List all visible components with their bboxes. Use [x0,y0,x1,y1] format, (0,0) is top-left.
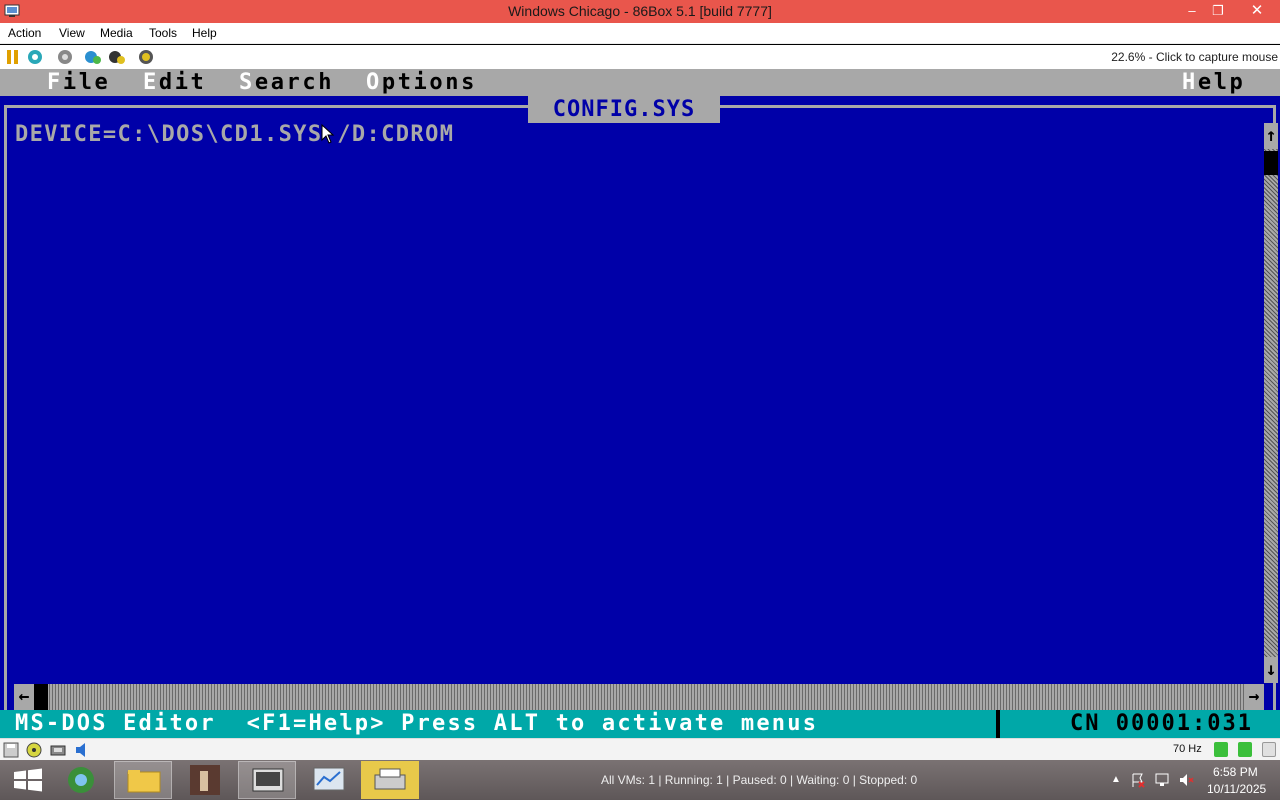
scroll-right-arrow-icon[interactable]: → [1244,684,1264,710]
dos-status-bar: MS-DOS Editor <F1=Help> Press ALT to act… [0,710,1280,738]
menu-help[interactable]: Help [192,26,217,41]
network-icon[interactable] [50,742,66,758]
floppy-icon[interactable] [3,742,19,758]
mouse-pointer-icon [321,124,335,144]
close-button[interactable]: ✕ [1235,0,1279,23]
power-icon[interactable] [137,48,155,66]
vertical-scrollbar[interactable]: ↑ ↓ [1264,123,1278,683]
action-center-flag-icon[interactable] [1130,772,1146,788]
ctrl-alt-del-icon[interactable] [56,48,74,66]
cdrom-icon[interactable] [26,742,42,758]
printer-task[interactable] [361,761,419,799]
menu-tools[interactable]: Tools [149,26,177,41]
folder-icon [127,770,161,793]
menu-view[interactable]: View [59,26,85,41]
menu-bar: Action View Media Tools Help [0,23,1280,44]
vertical-scroll-thumb[interactable] [1264,151,1278,175]
printer-icon [374,768,406,790]
browser-icon[interactable] [52,761,110,799]
scroll-up-arrow-icon[interactable]: ↑ [1264,123,1278,149]
network-tray-icon[interactable] [1154,772,1170,788]
dos-editor-screen[interactable]: File Edit Search Options Help CONFIG.SYS… [0,69,1280,738]
dos-menu-options[interactable]: Options [366,69,477,96]
dos-menu-file[interactable]: File [47,69,110,96]
activity-led-icon [1238,742,1252,757]
horizontal-scrollbar[interactable]: ← → [14,684,1264,710]
start-button[interactable] [0,761,58,799]
document-frame [4,105,1276,738]
vm-summary: All VMs: 1 | Running: 1 | Paused: 0 | Wa… [601,773,918,787]
text-line[interactable]: DEVICE=C:\DOS\CD1.SYS /D:CDROM [15,121,454,149]
document-title: CONFIG.SYS [528,96,720,123]
toolbar: 22.6% - Click to capture mouse [0,45,1280,69]
volume-muted-icon[interactable] [1178,772,1194,788]
activity-led-icon [1214,742,1228,757]
status-message: MS-DOS Editor <F1=Help> Press ALT to act… [15,711,819,736]
dos-menu-search[interactable]: Search [239,69,334,96]
cursor-position: CN 00001:031 [1070,711,1253,736]
window-title-bar: Windows Chicago - 86Box 5.1 [build 7777]… [0,0,1280,23]
scroll-down-arrow-icon[interactable]: ↓ [1264,657,1278,683]
scroll-left-arrow-icon[interactable]: ← [14,684,34,710]
activity-led-icon [1262,742,1276,757]
capture-mouse-hint[interactable]: 22.6% - Click to capture mouse [1111,50,1278,64]
reset-icon[interactable] [26,48,44,66]
tray-chevron-icon[interactable]: ▲ [1108,772,1124,788]
clock-date[interactable]: 10/11/2025 [1207,782,1266,796]
horizontal-scroll-thumb[interactable] [34,684,48,710]
86box-manager-task[interactable] [238,761,296,799]
menu-action[interactable]: Action [8,26,41,41]
pause-icon[interactable] [4,48,22,66]
sound-icon[interactable] [74,742,90,758]
menu-media[interactable]: Media [100,26,133,41]
status-separator [996,710,1000,738]
monitor-icon [313,767,345,791]
app-figure-task[interactable] [176,761,234,799]
86box-manager-icon [252,768,284,792]
text-editing-area[interactable]: DEVICE=C:\DOS\CD1.SYS /D:CDROM [15,121,454,149]
screenshot-icon[interactable] [108,48,126,66]
window-title: Windows Chicago - 86Box 5.1 [build 7777] [508,3,772,19]
resource-monitor-task[interactable] [300,761,358,799]
clock-time[interactable]: 6:58 PM [1213,765,1258,779]
windows-taskbar: All VMs: 1 | Running: 1 | Paused: 0 | Wa… [0,760,1280,800]
restore-button[interactable]: ❐ [1203,0,1233,23]
emulator-status-bar: 70 Hz [0,738,1280,760]
figure-icon [190,765,220,795]
settings-icon[interactable] [84,48,102,66]
file-explorer-task[interactable] [114,761,172,799]
dos-menu-help[interactable]: Help [1182,69,1245,96]
dos-menu-bar: File Edit Search Options Help [0,69,1280,96]
refresh-rate: 70 Hz [1173,743,1202,755]
dos-menu-edit[interactable]: Edit [143,69,206,96]
